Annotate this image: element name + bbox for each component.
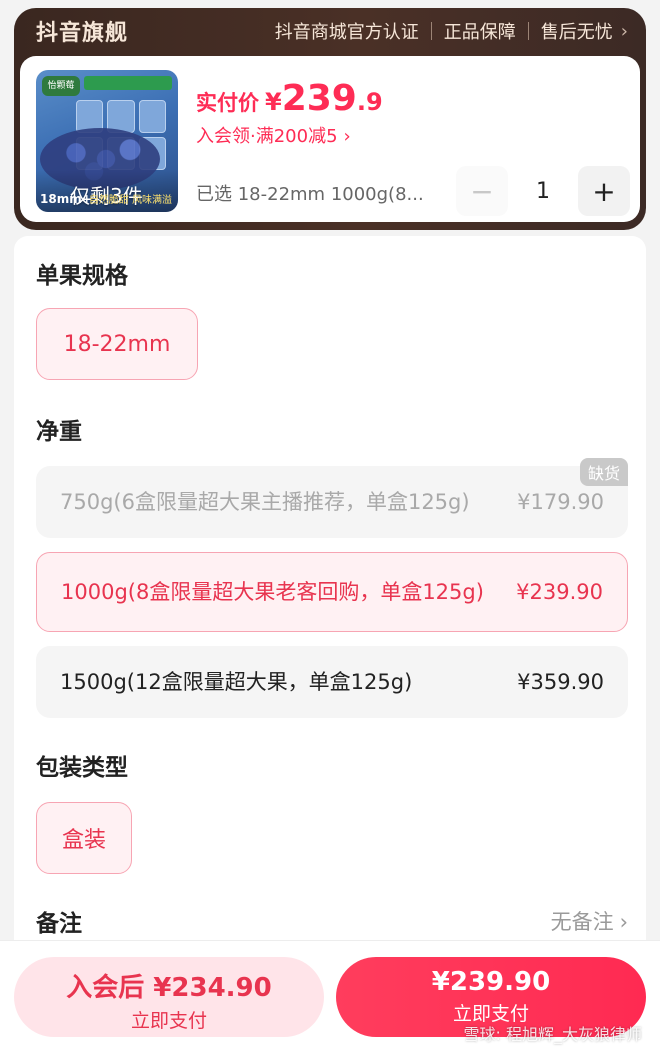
member-pay-button[interactable]: 入会后 ¥234.90 立即支付 (14, 957, 324, 1037)
store-header-card: 抖音旗舰 抖音商城官方认证 正品保障 售后无忧 › 怡颗莓 仅剩3件 18mm+… (14, 8, 646, 230)
increase-button[interactable]: + (578, 166, 630, 216)
chevron-right-icon: › (343, 126, 351, 147)
chevron-right-icon: › (619, 910, 628, 934)
size-tag: 18mm+ (40, 192, 92, 206)
checkout-bar: 入会后 ¥234.90 立即支付 ¥239.90 立即支付 雪球: 程旭辉_大灰… (0, 940, 660, 1056)
member-pay-label: 立即支付 (130, 1010, 207, 1032)
option-label: 750g(6盒限量超大果主播推荐，单盒125g) (60, 490, 470, 514)
size-section-title: 单果规格 (36, 263, 128, 289)
promo-text: 入会领·满200减5 (196, 126, 338, 147)
store-bar: 抖音旗舰 抖音商城官方认证 正品保障 售后无忧 › (14, 8, 646, 54)
final-price: 实付价 ¥ 239 .9 (196, 78, 383, 119)
product-summary: 怡颗莓 仅剩3件 18mm+ 自然脆甜 风味满溢 实付价 ¥ 239 .9 入会… (20, 56, 640, 222)
pay-price: ¥239.90 (431, 967, 551, 997)
weight-option-1500g[interactable]: 1500g(12盒限量超大果，单盒125g) ¥359.90 (36, 646, 628, 718)
after-sales-badge: 售后无忧 (540, 22, 613, 43)
remark-row[interactable]: 备注 无备注 › (36, 904, 628, 938)
option-price: ¥359.90 (517, 670, 604, 694)
divider (527, 22, 529, 40)
option-label: 1500g(12盒限量超大果，单盒125g) (60, 670, 413, 694)
package-section-title: 包装类型 (36, 755, 128, 781)
product-thumbnail[interactable]: 怡颗莓 仅剩3件 18mm+ 自然脆甜 风味满溢 (36, 70, 178, 212)
option-label: 1000g(8盒限量超大果老客回购，单盒125g) (61, 580, 484, 604)
package-option-box[interactable]: 盒装 (36, 802, 132, 874)
option-price: ¥239.90 (516, 580, 603, 604)
weight-option-750g[interactable]: 750g(6盒限量超大果主播推荐，单盒125g) ¥179.90 缺货 (36, 458, 628, 538)
selected-variant: 已选 18-22mm 1000g(8... (196, 184, 424, 205)
option-price: ¥179.90 (517, 490, 604, 514)
decrease-button[interactable]: − (456, 166, 508, 216)
currency-symbol: ¥ (265, 88, 282, 116)
spec-sheet: 单果规格 18-22mm 净重 750g(6盒限量超大果主播推荐，单盒125g)… (14, 236, 646, 956)
authentic-badge: 正品保障 (443, 22, 516, 43)
price-label: 实付价 (196, 91, 259, 115)
member-price: 入会后 ¥234.90 (66, 973, 272, 1003)
chevron-right-icon: › (620, 20, 628, 42)
thumbnail-slogan: 自然脆甜 风味满溢 (88, 195, 172, 206)
quantity-value[interactable]: 1 (508, 179, 578, 204)
weight-section-title: 净重 (36, 419, 82, 445)
store-title: 抖音旗舰 (36, 21, 129, 46)
size-option-18-22mm[interactable]: 18-22mm (36, 308, 198, 380)
price-integer: 239 (281, 78, 357, 119)
quantity-stepper: − 1 + (456, 166, 630, 216)
brand-logo: 怡颗莓 (42, 76, 80, 96)
divider (430, 22, 432, 40)
thumbnail-banner (84, 76, 172, 90)
price-decimal: .9 (356, 88, 383, 116)
remark-value-text: 无备注 (550, 910, 614, 934)
remark-label: 备注 (36, 911, 82, 937)
watermark-text: 雪球: 程旭辉_大灰狼律师 (463, 1025, 642, 1044)
store-guarantees[interactable]: 抖音商城官方认证 正品保障 售后无忧 › (275, 18, 628, 44)
sold-out-badge: 缺货 (579, 458, 628, 486)
weight-option-1000g[interactable]: 1000g(8盒限量超大果老客回购，单盒125g) ¥239.90 (36, 552, 628, 632)
official-cert-badge: 抖音商城官方认证 (274, 22, 419, 43)
member-promo-link[interactable]: 入会领·满200减5 › (196, 122, 351, 148)
remark-value: 无备注 › (551, 906, 628, 936)
